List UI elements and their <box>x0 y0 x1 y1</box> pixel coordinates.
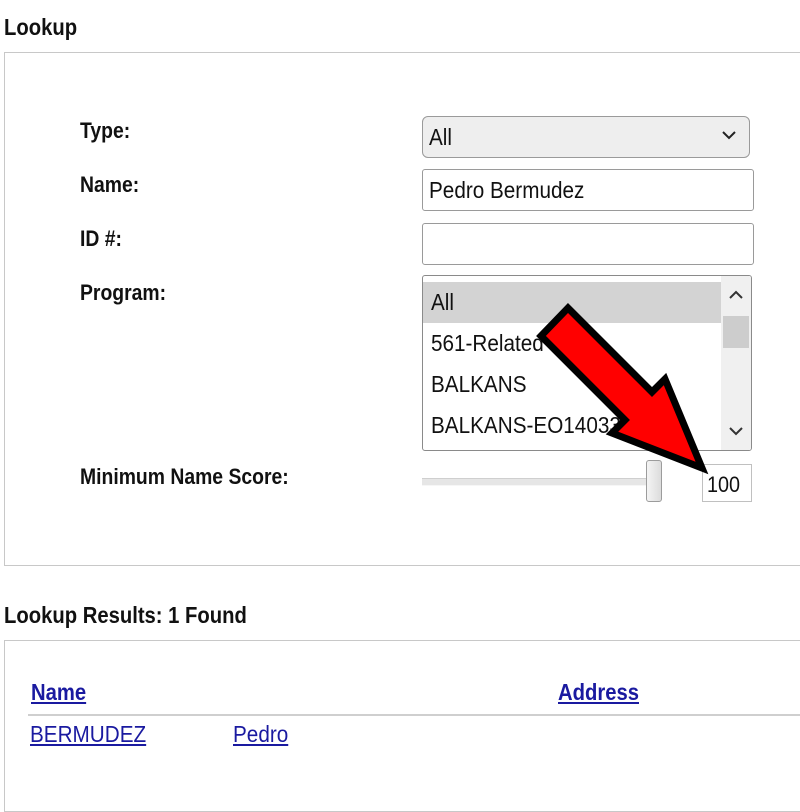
results-title: Lookup Results: 1 Found <box>4 602 247 628</box>
lookup-title: Lookup <box>4 14 78 40</box>
scroll-down-icon[interactable] <box>727 422 745 440</box>
chevron-down-icon <box>722 131 736 140</box>
type-select-value: All <box>429 124 453 150</box>
name-label: Name: <box>80 172 140 197</box>
scroll-up-icon[interactable] <box>727 286 745 304</box>
score-slider-thumb[interactable] <box>646 460 662 502</box>
result-last-name-link[interactable]: BERMUDEZ <box>30 721 146 748</box>
score-value-box: 100 <box>702 464 752 502</box>
score-slider-track[interactable] <box>422 478 660 486</box>
program-option-all[interactable]: All <box>423 282 721 323</box>
program-listbox[interactable]: All 561-Related BALKANS BALKANS-EO14033 <box>422 275 752 451</box>
name-input-value: Pedro Bermudez <box>429 177 585 203</box>
type-label: Type: <box>80 118 131 143</box>
results-header-divider <box>28 714 800 716</box>
program-option-561-related[interactable]: 561-Related <box>423 323 721 364</box>
name-input[interactable]: Pedro Bermudez <box>422 169 754 211</box>
score-value: 100 <box>707 472 741 497</box>
type-select[interactable]: All <box>422 116 750 158</box>
program-option-balkans[interactable]: BALKANS <box>423 364 721 405</box>
id-label: ID #: <box>80 226 122 251</box>
score-label: Minimum Name Score: <box>80 464 289 489</box>
id-input[interactable] <box>422 223 754 265</box>
column-header-address[interactable]: Address <box>558 679 639 706</box>
program-label: Program: <box>80 280 167 305</box>
column-header-name[interactable]: Name <box>31 679 86 706</box>
program-scrollbar[interactable] <box>721 276 751 450</box>
result-first-name-link[interactable]: Pedro <box>233 721 288 748</box>
program-option-balkans-eo14033[interactable]: BALKANS-EO14033 <box>423 405 721 446</box>
program-scroll-thumb[interactable] <box>723 316 749 348</box>
